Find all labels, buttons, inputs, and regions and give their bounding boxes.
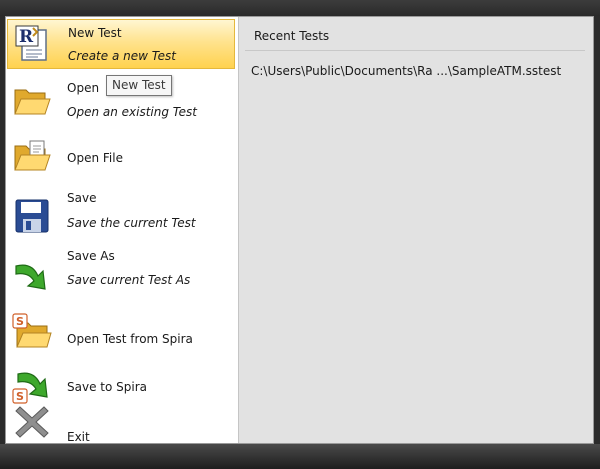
floppy-disk-icon (12, 196, 52, 236)
recent-file-item[interactable]: C:\Users\Public\Documents\Ra ...\SampleA… (251, 64, 561, 78)
exit-label: Exit (67, 430, 90, 444)
folder-file-icon (12, 138, 52, 178)
save-description: Save the current Test (67, 216, 196, 230)
save-as-button[interactable]: Save As Save current Test As (7, 246, 235, 302)
open-test-from-spira-label: Open Test from Spira (67, 332, 193, 346)
open-file-label: Open File (67, 151, 123, 165)
save-button[interactable]: Save Save the current Test (7, 188, 235, 244)
recent-tests-panel: Recent Tests C:\Users\Public\Documents\R… (239, 17, 593, 443)
window-bottom-bar (0, 444, 600, 469)
spira-arrow-icon: S (12, 366, 52, 406)
spira-folder-icon: S (12, 313, 52, 353)
new-test-document-icon: R (13, 24, 53, 64)
green-arrow-icon (12, 256, 52, 296)
folder-open-icon (12, 82, 52, 122)
save-as-label: Save As (67, 249, 115, 263)
new-test-label: New Test (68, 26, 122, 40)
save-to-spira-label: Save to Spira (67, 380, 147, 394)
svg-text:R: R (19, 27, 34, 47)
new-test-description: Create a new Test (68, 49, 176, 63)
backstage-menu-panel: R New Test Create a new Test Open Open a… (5, 16, 594, 444)
save-label: Save (67, 191, 97, 205)
file-menu-commands: R New Test Create a new Test Open Open a… (6, 17, 238, 444)
close-x-icon (12, 401, 52, 441)
open-description: Open an existing Test (67, 105, 197, 119)
new-test-tooltip: New Test (106, 75, 172, 96)
recent-tests-heading: Recent Tests (254, 29, 330, 43)
new-test-button[interactable]: R New Test Create a new Test (7, 19, 235, 69)
window-top-bar (0, 0, 600, 16)
exit-button[interactable]: Exit (7, 401, 235, 444)
open-file-button[interactable]: Open File (7, 135, 235, 181)
recent-tests-separator (245, 50, 585, 51)
open-test-from-spira-button[interactable]: S Open Test from Spira (7, 307, 235, 357)
svg-text:S: S (16, 315, 24, 328)
save-as-description: Save current Test As (67, 273, 191, 287)
open-label: Open (67, 81, 100, 95)
